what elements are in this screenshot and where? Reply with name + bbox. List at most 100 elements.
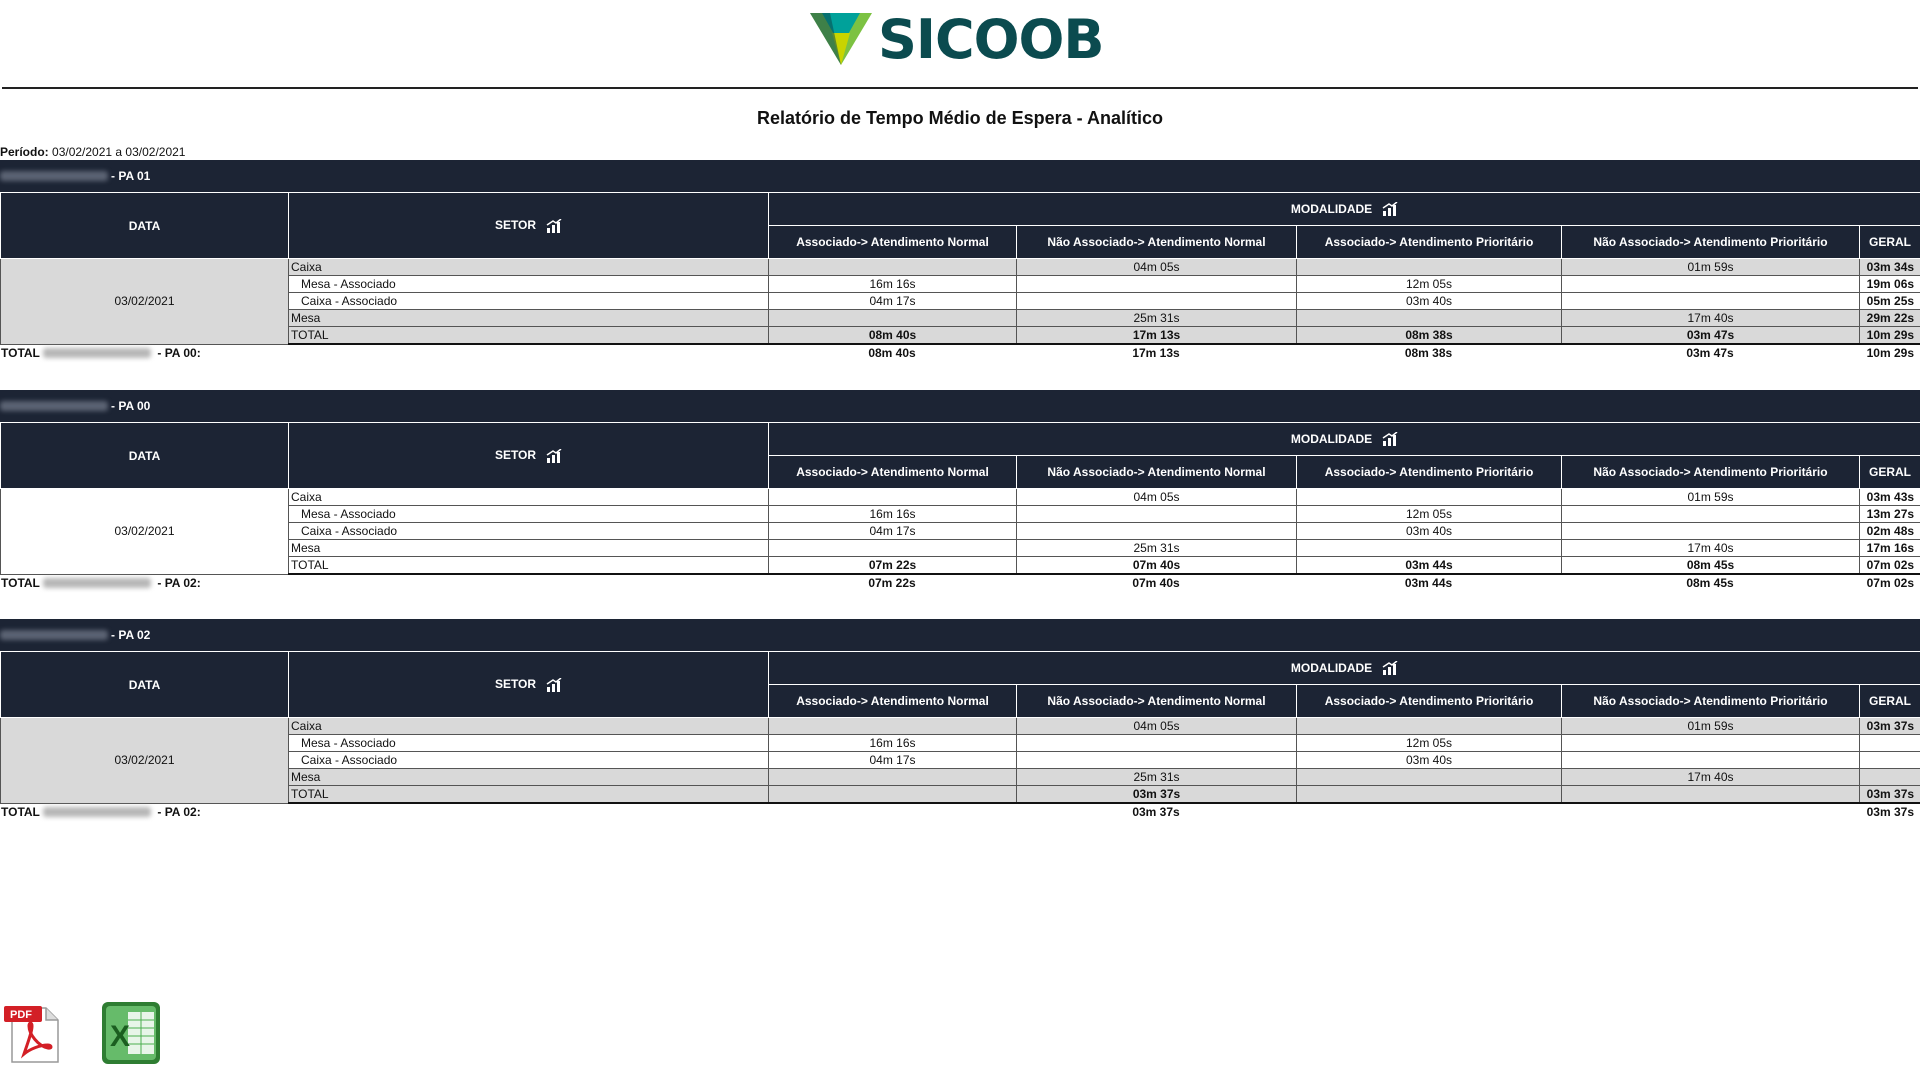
chart-sort-icon[interactable]	[546, 677, 562, 692]
value-cell: 17m 16s	[1858, 539, 1920, 557]
value-cell: 08m 38s	[1296, 326, 1562, 345]
chart-sort-icon[interactable]	[1382, 432, 1398, 447]
brand-name: SICOOB	[878, 7, 1105, 71]
excel-icon[interactable]: X	[98, 1000, 164, 1066]
col-header-data: DATA	[0, 192, 289, 259]
value-cell: 03m 47s	[1561, 326, 1860, 345]
value-cell	[1296, 768, 1562, 786]
pdf-icon[interactable]: PDF	[2, 1002, 60, 1064]
col-header-setor[interactable]: SETOR	[288, 192, 769, 259]
value-cell	[1296, 785, 1562, 804]
col-header-setor[interactable]: SETOR	[288, 422, 769, 489]
setor-cell: Caixa	[288, 258, 769, 276]
col-header-modalidade-item: Associado-> Atendimento Normal	[768, 225, 1017, 259]
total-value: 03m 44s	[1404, 576, 1453, 590]
setor-cell: Mesa	[288, 539, 769, 557]
setor-cell: Mesa	[288, 309, 769, 327]
redacted-name	[43, 807, 152, 817]
total-label: TOTAL - PA 02:	[1, 576, 201, 590]
chart-sort-icon[interactable]	[546, 448, 562, 463]
pa-section: - PA 00 DATA SETOR MODALIDADE Associado-…	[0, 390, 1920, 591]
value-cell: 17m 13s	[1016, 326, 1297, 345]
setor-cell: TOTAL	[288, 556, 769, 575]
value-cell	[768, 488, 1017, 506]
value-cell: 13m 27s	[1858, 505, 1920, 523]
value-cell: 03m 40s	[1296, 292, 1562, 310]
total-value: 03m 37s	[1132, 805, 1180, 819]
col-header-data: DATA	[0, 422, 289, 489]
value-cell	[1561, 292, 1860, 310]
value-cell: 01m 59s	[1561, 488, 1860, 506]
setor-cell: Mesa	[288, 768, 769, 786]
value-cell: 16m 16s	[768, 734, 1017, 752]
value-cell	[1561, 734, 1860, 752]
value-cell: 01m 59s	[1561, 717, 1860, 735]
section-header: - PA 02	[0, 619, 1920, 651]
total-label: TOTAL - PA 02:	[1, 805, 201, 819]
value-cell: 17m 40s	[1561, 768, 1860, 786]
redacted-name	[0, 630, 108, 640]
table-row: Mesa - Associado 16m 16s 12m 05s 19m 06s	[1, 275, 1920, 293]
col-header-modalidade[interactable]: MODALIDADE	[767, 651, 1920, 685]
col-header-modalidade-item: Associado-> Atendimento Prioritário	[1296, 225, 1562, 259]
value-cell: 12m 05s	[1296, 275, 1562, 293]
value-cell	[1858, 751, 1920, 769]
value-cell: 17m 40s	[1561, 539, 1860, 557]
setor-cell: Caixa - Associado	[288, 292, 769, 310]
setor-cell: Mesa - Associado	[288, 275, 769, 293]
redacted-name	[0, 171, 108, 181]
value-cell: 04m 05s	[1016, 717, 1297, 735]
report-table: DATA SETOR MODALIDADE Associado-> Atendi…	[0, 422, 1920, 575]
col-header-modalidade[interactable]: MODALIDADE	[767, 192, 1920, 226]
redacted-name	[0, 401, 108, 411]
setor-cell: Caixa - Associado	[288, 751, 769, 769]
value-cell	[1561, 275, 1860, 293]
chart-sort-icon[interactable]	[1382, 202, 1398, 217]
value-cell	[768, 785, 1017, 804]
value-cell: 08m 40s	[768, 326, 1017, 345]
modalidade-label: MODALIDADE	[1290, 201, 1373, 216]
report-table: DATA SETOR MODALIDADE Associado-> Atendi…	[0, 192, 1920, 345]
value-cell	[1016, 734, 1297, 752]
value-cell: 12m 05s	[1296, 505, 1562, 523]
total-value: 17m 13s	[1132, 346, 1180, 360]
value-cell: 04m 05s	[1016, 488, 1297, 506]
setor-label: SETOR	[494, 677, 537, 692]
col-header-setor[interactable]: SETOR	[288, 651, 769, 718]
date-cell: 03/02/2021	[0, 488, 289, 575]
value-cell	[768, 768, 1017, 786]
setor-cell: TOTAL	[288, 326, 769, 345]
header-divider	[2, 87, 1918, 89]
value-cell: 04m 17s	[768, 292, 1017, 310]
chart-sort-icon[interactable]	[546, 218, 562, 233]
section-header: - PA 00	[0, 390, 1920, 422]
setor-label: SETOR	[494, 218, 537, 233]
total-value: 03m 47s	[1686, 346, 1734, 360]
pa-section: - PA 01 DATA SETOR MODALIDADE Associado-…	[0, 160, 1920, 361]
value-cell: 25m 31s	[1016, 309, 1297, 327]
total-value: 08m 40s	[868, 346, 916, 360]
total-value: 08m 38s	[1404, 346, 1453, 360]
value-cell: 04m 05s	[1016, 258, 1297, 276]
value-cell	[1016, 275, 1297, 293]
value-cell: 25m 31s	[1016, 768, 1297, 786]
pa-section: - PA 02 DATA SETOR MODALIDADE Associado-…	[0, 619, 1920, 820]
col-header-modalidade-item: Não Associado-> Atendimento Normal	[1016, 455, 1297, 489]
total-prefix: TOTAL	[1, 805, 40, 819]
setor-cell: Caixa	[288, 717, 769, 735]
section-title: - PA 00	[111, 399, 151, 413]
total-suffix: - PA 02:	[157, 576, 201, 590]
value-cell	[1296, 488, 1562, 506]
total-value: 03m 37s	[1866, 805, 1914, 819]
redacted-name	[43, 578, 152, 588]
value-cell	[1561, 522, 1860, 540]
col-header-modalidade[interactable]: MODALIDADE	[767, 422, 1920, 456]
chart-sort-icon[interactable]	[1382, 661, 1398, 676]
sicoob-logo: SICOOB	[810, 7, 1105, 71]
value-cell: 02m 48s	[1858, 522, 1920, 540]
value-cell	[1016, 505, 1297, 523]
table-row: TOTAL 08m 40s 17m 13s 08m 38s 03m 47s 10m 29s	[1, 326, 1920, 345]
date-cell: 03/02/2021	[0, 258, 289, 345]
setor-label: SETOR	[494, 448, 537, 463]
total-label: TOTAL - PA 00:	[1, 346, 201, 360]
